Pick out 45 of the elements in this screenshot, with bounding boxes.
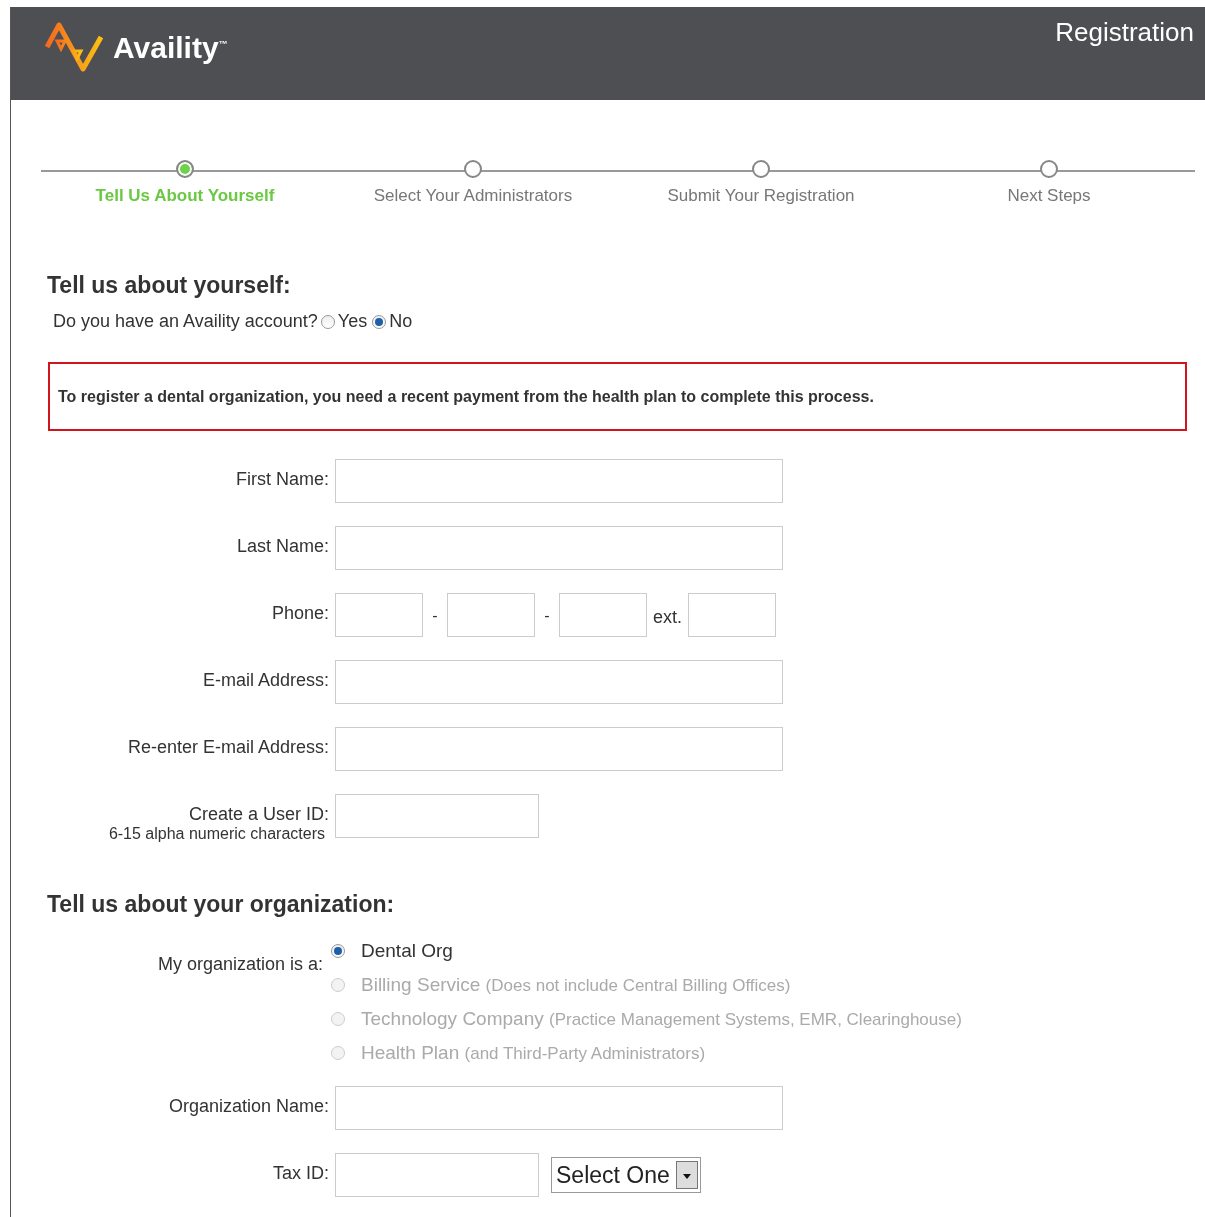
field-label: First Name: bbox=[235, 468, 329, 490]
extension-field[interactable] bbox=[688, 593, 776, 637]
field-label: Create a User ID: bbox=[188, 804, 329, 825]
field-label: Tax ID: bbox=[272, 1162, 329, 1184]
radio-label: Technology Company (Practice Management Systems, EMR, Clearinghouse) bbox=[361, 1008, 962, 1030]
phone-field[interactable] bbox=[559, 593, 647, 637]
input-field[interactable] bbox=[335, 727, 783, 771]
radio-button[interactable] bbox=[320, 314, 335, 329]
page-title: Registration bbox=[1055, 17, 1194, 48]
question-text: Do you have an Availity account? bbox=[53, 311, 318, 332]
field-label: Organization Name: bbox=[167, 1095, 329, 1117]
field-label: E-mail Address: bbox=[201, 669, 329, 691]
radio-label: Billing Service (Does not include Central Billing Offices) bbox=[361, 974, 791, 996]
input-field[interactable] bbox=[335, 1086, 783, 1130]
radio-label: Health Plan (and Third-Party Administrators) bbox=[361, 1042, 706, 1064]
radio-button[interactable] bbox=[372, 314, 387, 329]
field-label: Last Name: bbox=[235, 535, 329, 557]
radio-label: Dental Org bbox=[361, 940, 453, 962]
notice-box: To register a dental organization, you need a recent payment from the health plan to complete this process. bbox=[48, 362, 1187, 431]
caret-icon bbox=[675, 1161, 698, 1189]
step-label: Select Your Administrators bbox=[373, 186, 573, 206]
separator-text: - bbox=[543, 606, 551, 625]
input-field[interactable] bbox=[335, 459, 783, 503]
input-field[interactable] bbox=[335, 660, 783, 704]
input-field[interactable] bbox=[335, 1153, 539, 1197]
select-dropdown[interactable]: Select One bbox=[551, 1157, 701, 1193]
input-field[interactable] bbox=[335, 526, 783, 570]
step-label: Tell Us About Yourself bbox=[95, 186, 275, 206]
input-field[interactable] bbox=[335, 794, 539, 838]
field-label: Phone: bbox=[270, 602, 329, 624]
section-heading: Tell us about yourself: bbox=[47, 272, 292, 299]
step-label: Next Steps bbox=[1007, 186, 1091, 206]
section-heading: Tell us about your organization: bbox=[47, 891, 396, 918]
field-label: Re-enter E-mail Address: bbox=[126, 736, 329, 758]
radio-label: Yes bbox=[337, 311, 368, 332]
field-hint: 6-15 alpha numeric characters bbox=[108, 825, 326, 843]
radio-label: No bbox=[389, 311, 413, 332]
radio-button[interactable] bbox=[331, 944, 345, 958]
phone-field[interactable] bbox=[447, 593, 535, 637]
field-label: My organization is a: bbox=[156, 953, 323, 976]
step-label: Submit Your Registration bbox=[667, 186, 855, 206]
logo-text: Availity$^{™}$ bbox=[113, 31, 228, 65]
ext-label: ext. bbox=[652, 606, 682, 628]
separator-text: - bbox=[431, 606, 439, 625]
phone-field[interactable] bbox=[335, 593, 423, 637]
